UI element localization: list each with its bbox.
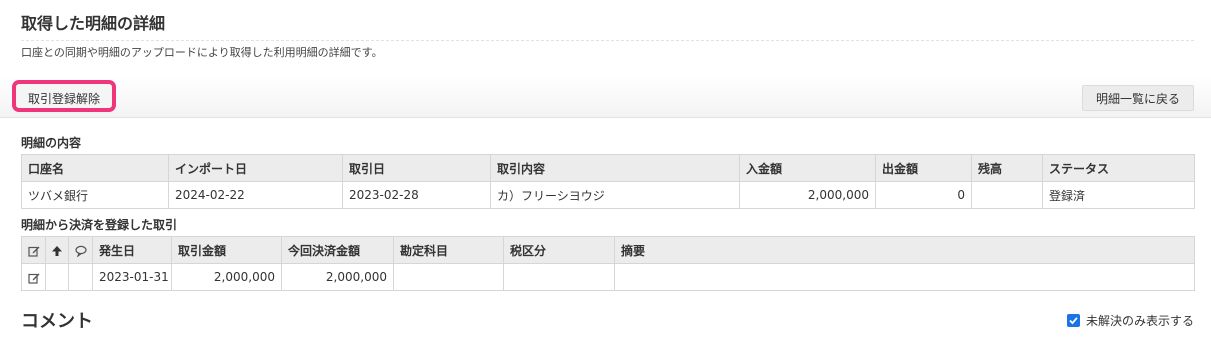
cell-amount: 2,000,000 [171,263,282,291]
unresolved-only-label: 未解決のみ表示する [1085,314,1194,328]
sort-column-header[interactable] [45,236,69,264]
col-header-memo: 摘要 [614,236,1195,264]
cell-account: ツバメ銀行 [21,181,169,209]
cell-date: 2023-01-31 [92,263,172,291]
cell-import-date: 2024-02-22 [168,181,343,209]
cell-comment [68,263,93,291]
unresolved-only-toggle[interactable]: 未解決のみ表示する [1066,312,1194,329]
page-description: 口座との同期や明細のアップロードにより取得した利用明細の詳細です。 [21,46,383,59]
col-header-withdrawal: 出金額 [875,154,972,182]
checkmark-icon [1069,317,1078,325]
detail-section-label: 明細の内容 [21,136,82,150]
col-header-settled-amount: 今回決済金額 [281,236,394,264]
table-row: ツバメ銀行 2024-02-22 2023-02-28 カ）フリーシヨウジ 2,… [21,181,1195,209]
edit-column-header [21,236,46,264]
unresolved-only-checkbox[interactable] [1066,314,1080,327]
cell-sort [45,263,69,291]
title-divider [21,40,1194,41]
back-to-list-button[interactable]: 明細一覧に戻る [1081,85,1194,111]
cell-settled-amount: 2,000,000 [281,263,394,291]
linked-header-row: 発生日 取引金額 今回決済金額 勘定科目 税区分 摘要 [21,236,1195,264]
detail-table: 口座名 インポート日 取引日 取引内容 入金額 出金額 残高 ステータス ツバメ… [21,154,1195,209]
edit-icon [27,246,39,257]
page-title: 取得した明細の詳細 [21,14,166,33]
col-header-account: 口座名 [21,154,169,182]
toolbar: 取引登録解除 明細一覧に戻る [0,75,1211,118]
cell-tax-category [503,263,615,291]
comment-icon [74,245,87,257]
col-header-deposit: 入金額 [739,154,876,182]
col-header-import-date: インポート日 [168,154,343,182]
col-header-content: 取引内容 [490,154,740,182]
cell-deposit: 2,000,000 [739,181,876,209]
cell-content: カ）フリーシヨウジ [490,181,740,209]
col-header-amount: 取引金額 [171,236,282,264]
linked-section-label: 明細から決済を登録した取引 [21,218,178,232]
linked-transactions-table: 発生日 取引金額 今回決済金額 勘定科目 税区分 摘要 2023-01-31 2… [21,236,1195,291]
table-row: 2023-01-31 2,000,000 2,000,000 [21,263,1195,291]
edit-icon [27,273,39,284]
detail-header-row: 口座名 インポート日 取引日 取引内容 入金額 出金額 残高 ステータス [21,154,1195,182]
cell-status: 登録済 [1042,181,1195,209]
cell-account-item [393,263,504,291]
col-header-tax-category: 税区分 [503,236,615,264]
col-header-account-item: 勘定科目 [393,236,504,264]
comments-title: コメント [21,311,93,332]
arrow-up-icon [52,245,62,256]
col-header-status: ステータス [1042,154,1195,182]
col-header-transaction-date: 取引日 [342,154,491,182]
unlink-transaction-button[interactable]: 取引登録解除 [12,80,117,112]
col-header-date: 発生日 [92,236,172,264]
cell-balance [971,181,1043,209]
cell-memo [614,263,1195,291]
col-header-balance: 残高 [971,154,1043,182]
cell-withdrawal: 0 [875,181,972,209]
cell-transaction-date: 2023-02-28 [342,181,491,209]
comment-column-header [68,236,93,264]
row-edit-button[interactable] [21,263,46,291]
